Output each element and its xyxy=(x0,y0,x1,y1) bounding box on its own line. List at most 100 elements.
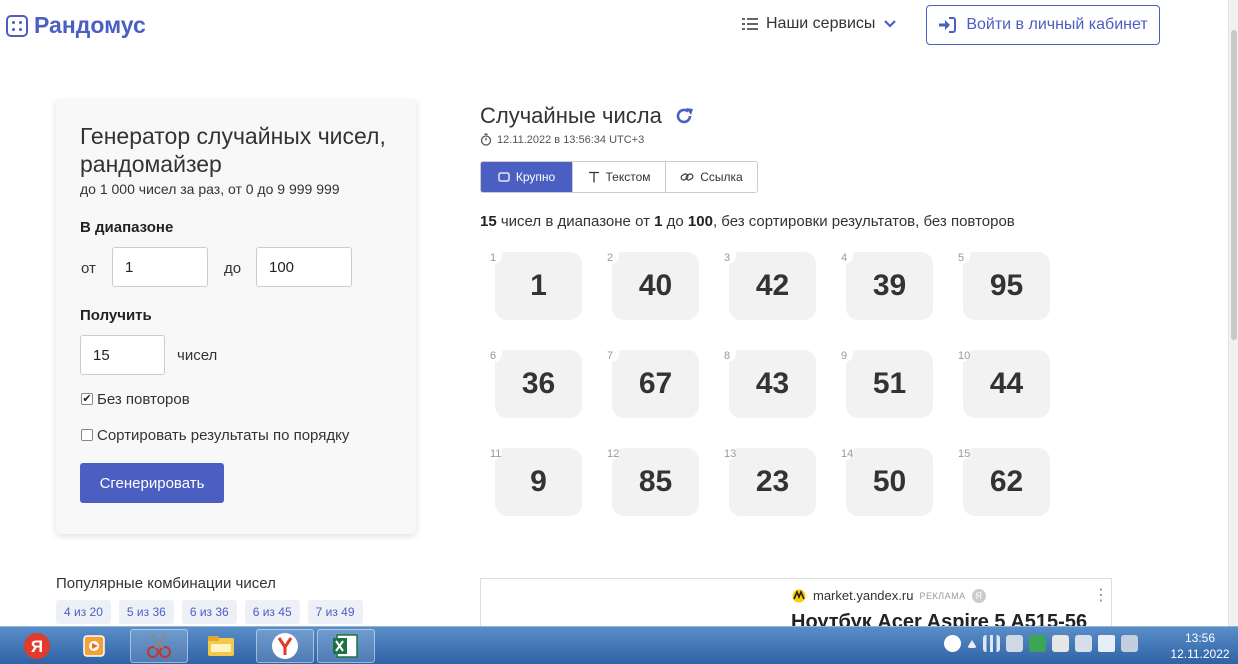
stopwatch-icon xyxy=(480,133,492,146)
result-number: 40 xyxy=(612,252,699,320)
page-scrollbar[interactable] xyxy=(1228,0,1238,626)
popular-combo-item[interactable]: 7 из 49 xyxy=(307,600,363,624)
refresh-icon[interactable] xyxy=(674,106,694,126)
results-date: 12.11.2022 в 13:56:34 UTC+3 xyxy=(497,133,645,146)
result-cell: 36 6 xyxy=(488,348,588,424)
result-index: 1 xyxy=(490,252,497,264)
usb-icon[interactable] xyxy=(1075,635,1092,652)
result-index: 2 xyxy=(607,252,614,264)
results-date-row: 12.11.2022 в 13:56:34 UTC+3 xyxy=(480,133,644,146)
svg-text:Я: Я xyxy=(31,637,43,656)
results-title: Случайные числа xyxy=(480,103,662,128)
generate-button[interactable]: Сгенерировать xyxy=(80,463,224,503)
form-subtitle: до 1 000 чисел за раз, от 0 до 9 999 999 xyxy=(80,181,340,197)
result-cell: 50 14 xyxy=(839,446,939,522)
result-cell: 40 2 xyxy=(605,250,705,326)
flag-icon[interactable] xyxy=(1052,635,1069,652)
snipping-tool-icon[interactable] xyxy=(130,629,188,663)
clock-time: 13:56 xyxy=(1184,631,1216,645)
result-cell: 11 xyxy=(488,250,588,326)
arrow-tray-icon[interactable] xyxy=(967,640,977,648)
explorer-icon[interactable] xyxy=(192,629,250,663)
result-number: 95 xyxy=(963,252,1050,320)
dice-icon xyxy=(6,14,28,37)
tab-link[interactable]: Ссылка xyxy=(666,162,757,192)
show-desktop-icon[interactable] xyxy=(1121,635,1138,652)
sort-label[interactable]: Сортировать результаты по порядку xyxy=(97,427,349,444)
popular-combo-item[interactable]: 6 из 36 xyxy=(181,600,237,624)
result-cell: 9 11 xyxy=(488,446,588,522)
count-label: Получить xyxy=(80,307,152,324)
result-number: 85 xyxy=(612,448,699,516)
list-icon xyxy=(742,18,758,30)
logo-text: Рандомус xyxy=(34,12,146,38)
result-index: 9 xyxy=(841,350,848,362)
result-number: 67 xyxy=(612,350,699,418)
ad-source-row: market.yandex.ru РЕКЛАМА Я xyxy=(791,588,986,603)
logo[interactable]: Рандомус xyxy=(6,12,146,39)
result-number: 36 xyxy=(495,350,582,418)
login-button[interactable]: Войти в личный кабинет xyxy=(926,5,1160,45)
popular-combo-item[interactable]: 4 из 20 xyxy=(56,600,111,624)
services-label: Наши сервисы xyxy=(766,15,876,32)
volume-icon[interactable] xyxy=(1098,635,1115,652)
result-cell: 51 9 xyxy=(839,348,939,424)
result-index: 3 xyxy=(724,252,731,264)
no-repeat-label[interactable]: Без повторов xyxy=(97,391,190,408)
generator-form: Генератор случайных чисел, рандомайзер д… xyxy=(56,100,416,534)
popular-combo-item[interactable]: 6 из 45 xyxy=(244,600,300,624)
result-index: 15 xyxy=(958,448,971,460)
result-index: 14 xyxy=(841,448,854,460)
count-input[interactable] xyxy=(80,335,165,375)
result-number: 23 xyxy=(729,448,816,516)
result-cell: 67 7 xyxy=(605,348,705,424)
result-index: 6 xyxy=(490,350,497,362)
yandex-tray-icon[interactable] xyxy=(944,635,961,652)
to-label: до xyxy=(224,260,242,277)
result-index: 13 xyxy=(724,448,737,460)
result-cell: 85 12 xyxy=(605,446,705,522)
network-icon[interactable] xyxy=(1006,635,1023,652)
result-number: 39 xyxy=(846,252,933,320)
sort-checkbox[interactable] xyxy=(81,429,93,441)
result-index: 10 xyxy=(958,350,971,362)
ad-tag: РЕКЛАМА xyxy=(919,590,966,601)
popular-combo-item[interactable]: 5 из 36 xyxy=(118,600,174,624)
yandex-browser-icon[interactable] xyxy=(256,629,314,663)
link-icon xyxy=(680,173,694,181)
range-to-input[interactable] xyxy=(256,247,352,287)
yandex-start-icon[interactable]: Я xyxy=(8,629,66,663)
result-cell: 95 5 xyxy=(956,250,1056,326)
result-index: 8 xyxy=(724,350,731,362)
tab-text[interactable]: Текстом xyxy=(573,162,666,192)
system-tray xyxy=(944,635,1138,652)
results-title-row: Случайные числа xyxy=(480,103,694,129)
result-number: 44 xyxy=(963,350,1050,418)
result-cell: 62 15 xyxy=(956,446,1056,522)
result-cell: 42 3 xyxy=(722,250,822,326)
no-repeat-checkbox[interactable]: ✔ xyxy=(81,393,93,405)
results-summary: 15 чисел в диапазоне от 1 до 100, без со… xyxy=(480,213,1015,230)
security-shield-icon[interactable] xyxy=(1029,635,1046,652)
rectangle-icon xyxy=(498,172,510,182)
popular-title: Популярные комбинации чисел xyxy=(56,575,276,592)
market-logo-icon xyxy=(792,589,806,602)
result-number: 1 xyxy=(495,252,582,320)
popular-combos: 4 из 20 5 из 36 6 из 36 6 из 45 7 из 49 xyxy=(56,600,363,624)
result-number: 62 xyxy=(963,448,1050,516)
result-number: 42 xyxy=(729,252,816,320)
yandex-badge-icon: Я xyxy=(971,588,986,603)
from-label: от xyxy=(81,260,96,277)
media-player-icon[interactable] xyxy=(66,629,124,663)
ad-menu-icon[interactable]: ⋮ xyxy=(1093,585,1109,605)
ad-source: market.yandex.ru xyxy=(813,588,914,603)
excel-icon[interactable] xyxy=(317,629,375,663)
taskbar-clock[interactable]: 13:56 12.11.2022 xyxy=(1166,630,1234,662)
services-menu[interactable]: Наши сервисы xyxy=(742,15,897,33)
signal-icon[interactable] xyxy=(983,635,1000,652)
tab-large[interactable]: Крупно xyxy=(481,162,573,192)
form-title: Генератор случайных чисел, рандомайзер xyxy=(80,123,386,177)
login-label: Войти в личный кабинет xyxy=(966,16,1148,33)
range-from-input[interactable] xyxy=(112,247,208,287)
result-index: 5 xyxy=(958,252,965,264)
